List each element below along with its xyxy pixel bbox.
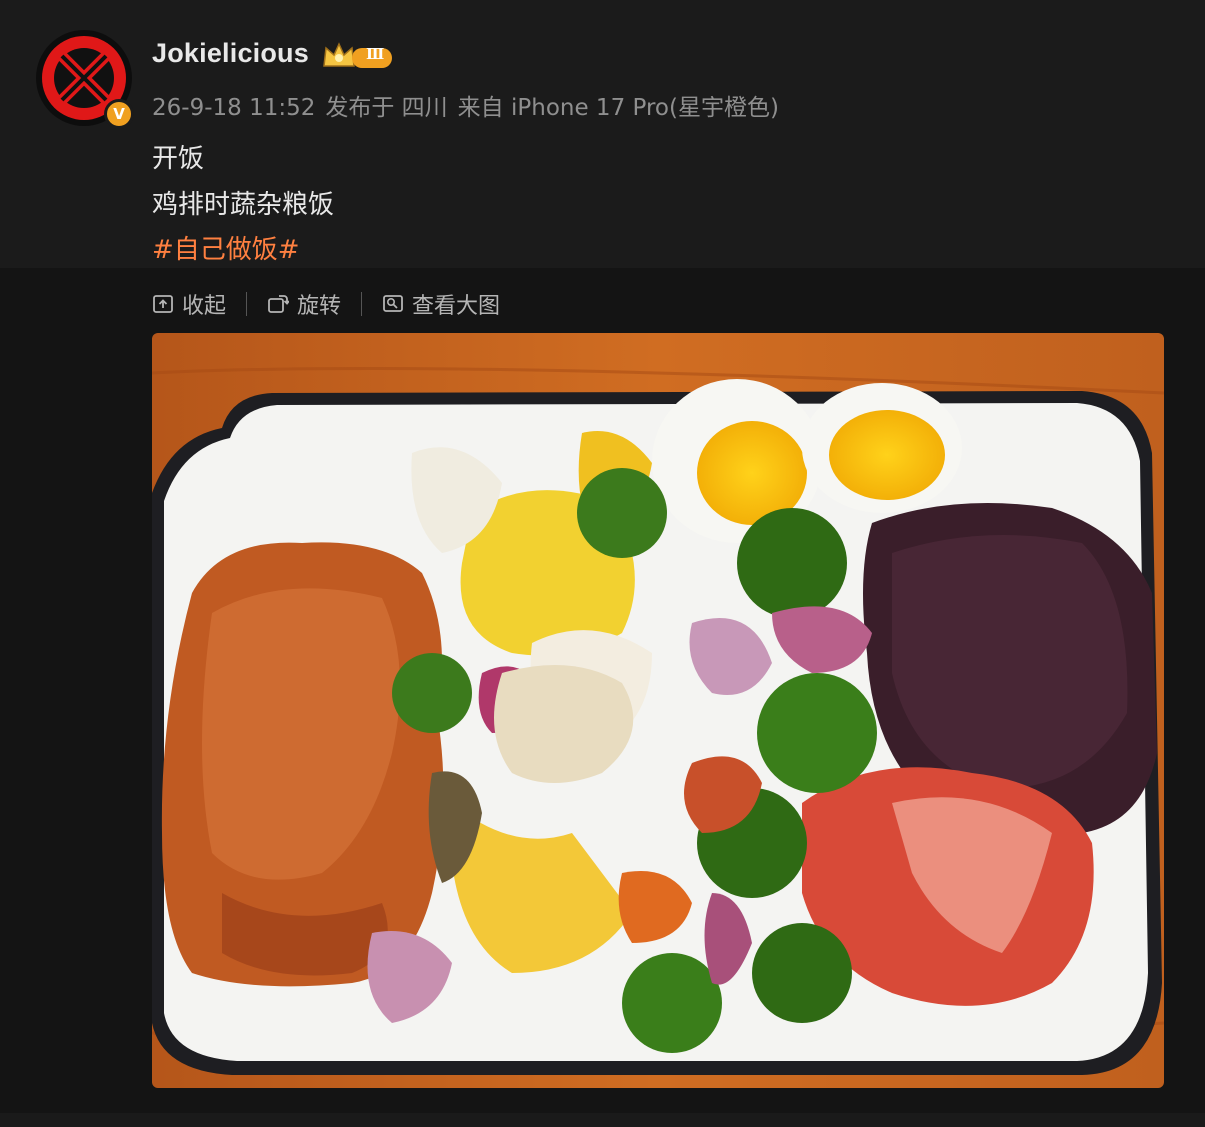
collapse-icon — [153, 295, 173, 313]
post-text-line-2: 鸡排时蔬杂粮饭 — [152, 190, 335, 220]
post-photo[interactable] — [152, 333, 1164, 1088]
toolbar-divider — [361, 292, 363, 316]
food-photo-image — [152, 333, 1164, 1088]
rotate-icon — [268, 295, 290, 313]
verified-badge: V — [104, 99, 134, 129]
rotate-label: 旋转 — [297, 294, 342, 319]
view-large-label: 查看大图 — [412, 294, 501, 319]
timestamp[interactable]: 26-9-18 11:52 — [152, 95, 315, 121]
rotate-button[interactable]: 旋转 — [267, 288, 341, 320]
post-meta: 26-9-18 11:52 发布于 四川 来自 iPhone 17 Pro(星宇橙色… — [152, 88, 789, 122]
collapse-label: 收起 — [182, 294, 227, 319]
level-badge-text: Ⅲ — [366, 45, 385, 63]
author-name[interactable]: Jokielicious — [152, 38, 309, 69]
device-source: 来自 iPhone 17 Pro(星宇橙色) — [457, 95, 779, 121]
toolbar-divider — [246, 292, 248, 316]
view-large-icon — [383, 295, 403, 312]
hashtag-link[interactable]: #自己做饭# — [152, 229, 300, 266]
location: 发布于 四川 — [325, 95, 448, 121]
collapse-button[interactable]: 收起 — [152, 288, 226, 320]
post-text-line-1: 开饭 — [152, 144, 205, 174]
crown-icon[interactable]: Ⅲ — [322, 40, 396, 72]
view-large-button[interactable]: 查看大图 — [382, 288, 500, 320]
media-toolbar: 收起 旋转 查看大图 — [152, 288, 500, 320]
